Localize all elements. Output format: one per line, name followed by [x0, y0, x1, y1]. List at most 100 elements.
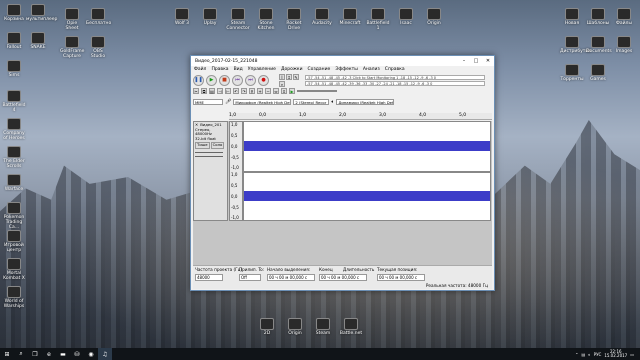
- pause-icon[interactable]: ❚❚: [193, 74, 204, 86]
- desktop-icon[interactable]: Корзина: [2, 4, 26, 22]
- selection-start-field[interactable]: 00 ч 00 м 00,000 с: [267, 274, 315, 281]
- desktop-icon[interactable]: SNAKE: [26, 32, 50, 50]
- menu-analyze[interactable]: Анализ: [363, 67, 380, 72]
- track-area[interactable]: ✕ Видео_201 Стерео, 48000Hz 32-bit float…: [193, 121, 492, 277]
- menu-generate[interactable]: Создание: [308, 67, 331, 72]
- desktop-icon[interactable]: Sims: [2, 60, 26, 78]
- silence-icon[interactable]: ⊢: [225, 88, 231, 94]
- cut-icon[interactable]: ✂: [193, 88, 199, 94]
- project-rate-select[interactable]: 48000: [195, 274, 223, 281]
- track-control-panel[interactable]: ✕ Видео_201 Стерео, 48000Hz 32-bit float…: [193, 121, 228, 221]
- host-select[interactable]: MME: [193, 99, 223, 105]
- desktop-icon[interactable]: Wolf 3: [170, 8, 194, 26]
- desktop-icon[interactable]: Isaac: [394, 8, 418, 26]
- desktop-icon[interactable]: Origin: [422, 8, 446, 26]
- mute-button[interactable]: Тише: [195, 142, 210, 149]
- envelope-tool-icon[interactable]: ↕: [286, 73, 292, 80]
- desktop-icon[interactable]: Торренты: [560, 64, 584, 82]
- fit-project-icon[interactable]: ⇕: [281, 88, 287, 94]
- copy-icon[interactable]: ⧉: [201, 88, 207, 94]
- record-meter[interactable]: -57 -54 -51 -48 -45 -42 -3 Click to Star…: [305, 74, 485, 80]
- desktop-icon[interactable]: World of Warships: [2, 286, 26, 309]
- skip-end-icon[interactable]: ⏭: [245, 74, 256, 86]
- start-button[interactable]: ⊞: [0, 348, 14, 360]
- desktop-icon[interactable]: Дистрибутив: [560, 36, 591, 54]
- menu-effects[interactable]: Эффекты: [335, 67, 358, 72]
- clock[interactable]: 22:16 15.02.2017: [604, 349, 627, 359]
- zoom-tool-icon[interactable]: ⌕: [279, 80, 285, 87]
- desktop-icon[interactable]: Origin: [283, 318, 307, 336]
- steam-taskbar-icon[interactable]: ◉: [84, 348, 98, 360]
- close-icon[interactable]: ✕: [482, 58, 494, 64]
- selection-end-field[interactable]: 00 ч 00 м 00,000 с: [319, 274, 367, 281]
- gain-slider[interactable]: [195, 151, 223, 153]
- position-field[interactable]: 00 ч 00 м 00,000 с: [377, 274, 425, 281]
- playback-device-select[interactable]: Динамики (Realtek High Defi: [336, 99, 395, 105]
- audacity-taskbar-icon[interactable]: ♫: [98, 348, 112, 360]
- record-icon[interactable]: ●: [258, 74, 269, 86]
- desktop-icon[interactable]: Images: [612, 36, 636, 54]
- play-at-speed-icon[interactable]: ▶: [289, 88, 295, 94]
- menu-control[interactable]: Управление: [248, 67, 276, 72]
- desktop-icon[interactable]: Файлы: [612, 8, 636, 26]
- desktop-icon[interactable]: Steam: [311, 318, 335, 336]
- snap-select[interactable]: Off: [239, 274, 261, 281]
- timeline-ruler[interactable]: 1,0 0,0 1,0 2,0 3,0 4,0 5,0: [229, 113, 492, 120]
- desktop-icon[interactable]: Шаблоны: [586, 8, 610, 26]
- trim-icon[interactable]: ⊣: [217, 88, 223, 94]
- paste-icon[interactable]: ▤: [209, 88, 215, 94]
- desktop-icon[interactable]: Opie Sheet: [60, 8, 84, 31]
- edge-icon[interactable]: e: [42, 348, 56, 360]
- desktop-icon[interactable]: Бесплатно: [86, 8, 111, 26]
- desktop-icon[interactable]: Pokemon Trading Ca...: [2, 202, 26, 230]
- pan-slider[interactable]: [195, 155, 223, 157]
- sync-lock-icon[interactable]: ⚲: [249, 88, 255, 94]
- menu-view[interactable]: Вид: [234, 67, 243, 72]
- zoom-in-icon[interactable]: +: [257, 88, 263, 94]
- playback-meter[interactable]: -57 -54 -51 -48 -45 -42 -39 -36 -33 -30 …: [305, 80, 485, 86]
- speed-slider[interactable]: [297, 90, 337, 92]
- desktop-icon[interactable]: мультиплеер: [26, 4, 57, 22]
- network-icon[interactable]: ▤: [581, 352, 585, 357]
- desktop-icon[interactable]: Games: [586, 64, 610, 82]
- search-icon[interactable]: ⌕: [14, 348, 28, 360]
- desktop-icon[interactable]: Minecraft: [338, 8, 362, 26]
- desktop-icon[interactable]: Игровой центр: [2, 230, 26, 253]
- redo-icon[interactable]: ↷: [241, 88, 247, 94]
- solo-button[interactable]: Соло: [210, 142, 225, 149]
- desktop-icon[interactable]: OBS Studio: [86, 36, 110, 59]
- explorer-icon[interactable]: ▬: [56, 348, 70, 360]
- audacity-window[interactable]: Видео_2017-02-15_221048 – □ ✕ Файл Правк…: [190, 55, 495, 291]
- desktop-icon[interactable]: The Elder Scrolls: [2, 146, 26, 169]
- play-icon[interactable]: ▶: [206, 74, 217, 86]
- window-titlebar[interactable]: Видео_2017-02-15_221048 – □ ✕: [191, 56, 494, 66]
- desktop-icon[interactable]: Uplay: [198, 8, 222, 26]
- desktop-icon[interactable]: GoldFrame Capture: [60, 36, 84, 59]
- desktop-icon[interactable]: Rocket Drive: [282, 8, 306, 31]
- desktop-icon[interactable]: Warface: [2, 174, 26, 192]
- desktop-icon[interactable]: Battle.net: [339, 318, 363, 336]
- desktop-icon[interactable]: Stone Kitchen: [254, 8, 278, 31]
- recording-device-select[interactable]: Микрофон (Realtek High Defi: [233, 99, 292, 105]
- desktop-icon[interactable]: Fallout: [2, 32, 26, 50]
- menu-help[interactable]: Справка: [385, 67, 405, 72]
- language-indicator[interactable]: РУС: [594, 352, 602, 357]
- selection-length-label[interactable]: Длительность: [343, 267, 374, 272]
- waveform-panel[interactable]: [243, 121, 491, 221]
- menu-tracks[interactable]: Дорожки: [281, 67, 303, 72]
- selection-end-label[interactable]: Конец: [319, 267, 333, 272]
- task-view-icon[interactable]: ❐: [28, 348, 42, 360]
- desktop-icon[interactable]: 2D: [255, 318, 279, 336]
- desktop-icon[interactable]: Steam Connector: [226, 8, 250, 31]
- menu-file[interactable]: Файл: [194, 67, 206, 72]
- minimize-icon[interactable]: –: [458, 58, 470, 64]
- maximize-icon[interactable]: □: [470, 58, 482, 64]
- desktop-icon[interactable]: Company of Heroes: [2, 118, 26, 141]
- channels-select[interactable]: 2 (Stereo) Recor: [293, 99, 330, 105]
- undo-icon[interactable]: ↶: [233, 88, 239, 94]
- desktop-icon[interactable]: Battlefield 1: [366, 8, 390, 31]
- notifications-icon[interactable]: ▭: [630, 352, 634, 357]
- desktop-icon[interactable]: Mortal Kombat X: [2, 258, 26, 281]
- volume-icon[interactable]: 🔈︎: [588, 352, 590, 357]
- desktop-icon[interactable]: Battlefield 4: [2, 90, 26, 113]
